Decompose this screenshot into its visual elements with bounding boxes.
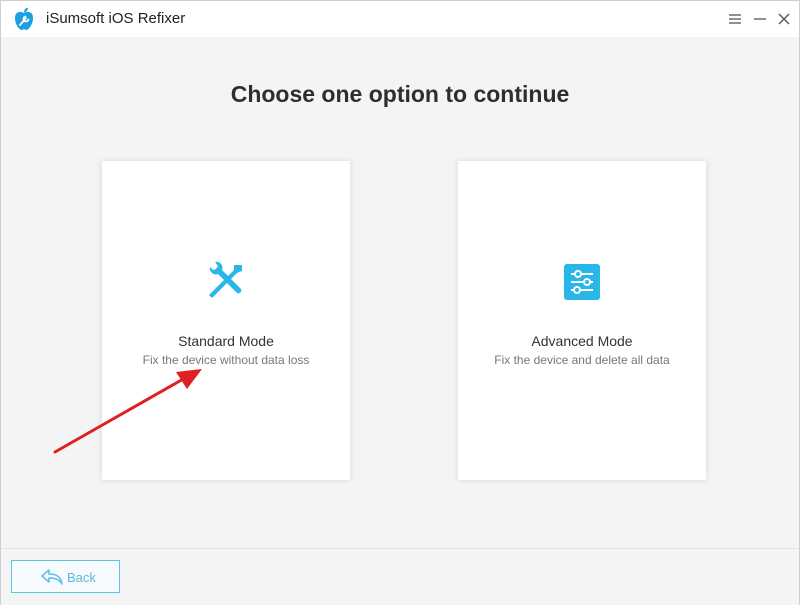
tools-icon: [209, 261, 242, 298]
apple-wrench-icon: [15, 7, 33, 30]
footer-bar: Back: [1, 548, 799, 605]
card-title: Advanced Mode: [531, 333, 633, 349]
app-window: iSumsoft iOS Refixer Choose one option t…: [0, 0, 800, 605]
title-bar: iSumsoft iOS Refixer: [1, 1, 799, 37]
app-title: iSumsoft iOS Refixer: [46, 10, 186, 27]
back-button[interactable]: Back: [11, 560, 120, 593]
page-heading: Choose one option to continue: [230, 81, 570, 107]
advanced-mode-card[interactable]: Advanced Mode Fix the device and delete …: [458, 161, 706, 480]
card-description: Fix the device and delete all data: [494, 353, 670, 367]
back-arrow-icon: [41, 569, 63, 585]
back-label: Back: [67, 570, 96, 585]
close-icon[interactable]: [774, 9, 794, 29]
menu-icon[interactable]: [725, 9, 745, 29]
card-description: Fix the device without data loss: [142, 353, 310, 367]
card-title: Standard Mode: [178, 333, 274, 349]
minimize-icon[interactable]: [750, 9, 770, 29]
standard-mode-card[interactable]: Standard Mode Fix the device without dat…: [102, 161, 350, 480]
sliders-icon: [564, 264, 600, 300]
